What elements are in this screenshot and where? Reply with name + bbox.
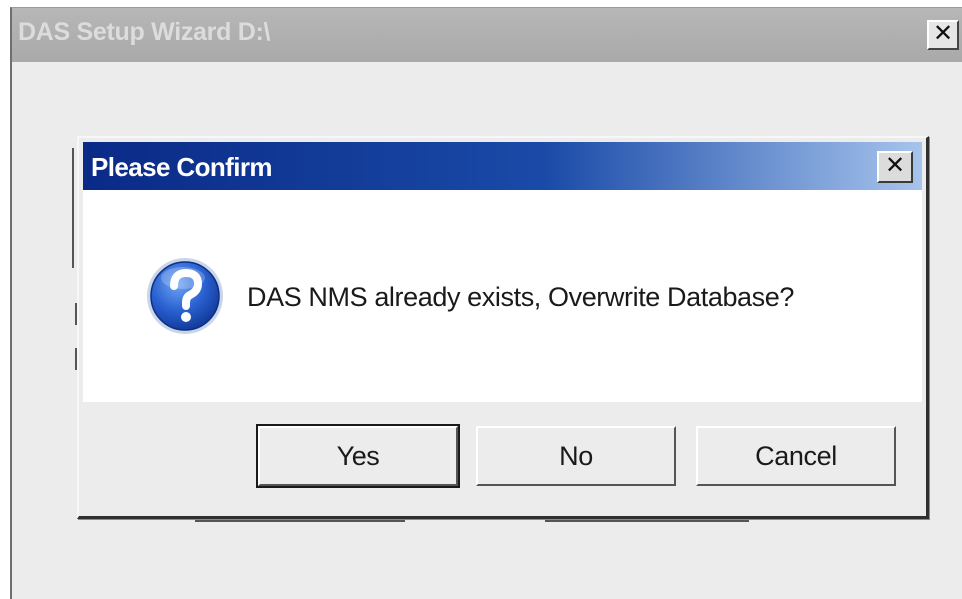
dialog-title: Please Confirm — [91, 152, 272, 182]
confirm-dialog: Please Confirm ✕ DAS NMS already exists,… — [77, 136, 929, 519]
wizard-control-edge — [72, 148, 74, 268]
close-icon: ✕ — [884, 152, 906, 179]
dialog-titlebar[interactable]: Please Confirm ✕ — [83, 142, 922, 190]
no-button[interactable]: No — [476, 426, 676, 486]
wizard-close-button[interactable]: ✕ — [927, 20, 959, 50]
wizard-title: DAS Setup Wizard D:\ — [18, 18, 271, 46]
wizard-button-edge — [195, 519, 405, 522]
wizard-button-edge — [545, 519, 749, 522]
dialog-content: DAS NMS already exists, Overwrite Databa… — [83, 190, 922, 402]
dialog-close-button[interactable]: ✕ — [877, 151, 913, 183]
close-icon: ✕ — [932, 20, 954, 47]
confirm-message: DAS NMS already exists, Overwrite Databa… — [247, 282, 795, 312]
cancel-button[interactable]: Cancel — [696, 426, 896, 486]
dialog-button-row: Yes No Cancel — [83, 402, 922, 512]
question-icon — [147, 258, 223, 334]
yes-button[interactable]: Yes — [258, 426, 458, 486]
wizard-titlebar[interactable]: DAS Setup Wizard D:\ ✕ — [12, 8, 962, 62]
